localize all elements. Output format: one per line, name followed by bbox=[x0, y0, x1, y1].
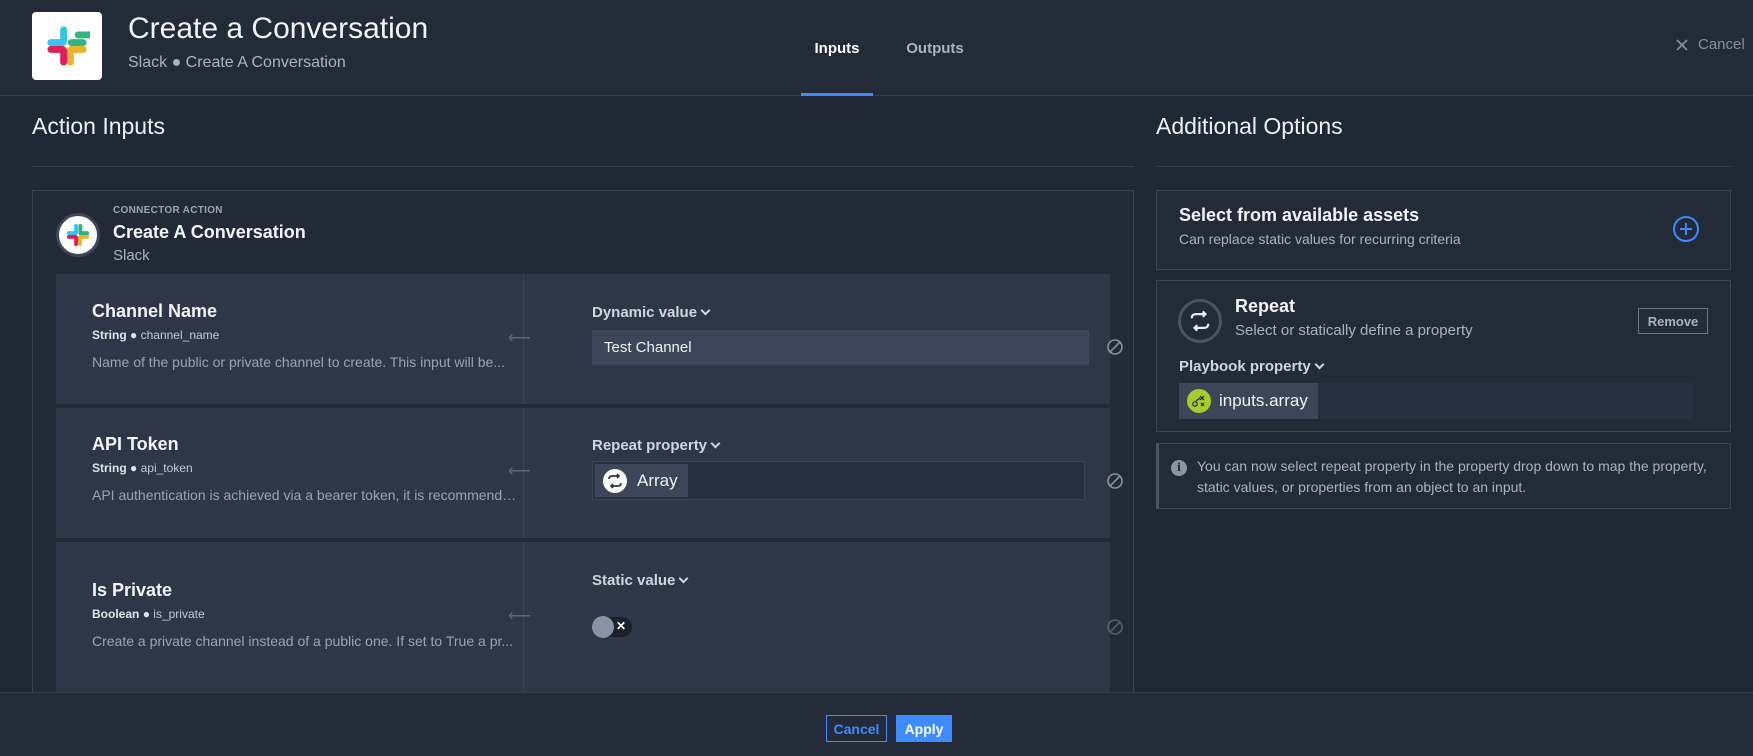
input-type: String ● api_token bbox=[92, 461, 193, 475]
input-title: API Token bbox=[92, 434, 179, 454]
input-type-name: String bbox=[92, 461, 127, 475]
close-icon bbox=[1676, 38, 1688, 51]
value-mode-dropdown[interactable]: Static value bbox=[592, 572, 689, 589]
map-arrow-icon: ⟵ bbox=[508, 608, 531, 625]
value-mode-dropdown[interactable]: Repeat property bbox=[592, 437, 721, 454]
clear-icon bbox=[1107, 619, 1123, 635]
toggle-off-icon: ✕ bbox=[615, 619, 626, 633]
dot-separator: ● bbox=[130, 461, 141, 475]
page-subtitle: Slack ● Create A Conversation bbox=[128, 54, 346, 71]
input-title: Is Private bbox=[92, 580, 173, 600]
connector-kicker: CONNECTOR ACTION bbox=[113, 205, 223, 216]
toggle-knob bbox=[592, 616, 614, 638]
repeat-value-chip[interactable]: Array bbox=[595, 464, 688, 497]
playbook-property-label: Playbook property bbox=[1179, 358, 1311, 375]
dot-separator: ● bbox=[142, 607, 154, 621]
footer: Cancel Apply bbox=[0, 692, 1753, 756]
chevron-down-icon bbox=[678, 573, 689, 584]
input-description: Create a private channel instead of a pu… bbox=[92, 633, 514, 649]
header: Create a Conversation Slack ● Create A C… bbox=[0, 0, 1753, 96]
repeat-subtitle: Select or statically define a property bbox=[1235, 322, 1473, 339]
input-type-name: String bbox=[92, 328, 127, 342]
channel-name-input[interactable]: Test Channel bbox=[592, 330, 1089, 365]
tab-inputs[interactable]: Inputs bbox=[801, 40, 873, 57]
playbook-property-value: inputs.array bbox=[1219, 391, 1308, 410]
apply-button[interactable]: Apply bbox=[896, 715, 952, 742]
clear-icon[interactable] bbox=[1106, 472, 1124, 490]
value-mode-label: Repeat property bbox=[592, 437, 708, 454]
input-key: is_private bbox=[153, 607, 205, 621]
input-row-api-token: API Token String ● api_token API authent… bbox=[56, 408, 1123, 538]
map-arrow-icon: ⟵ bbox=[508, 463, 531, 480]
header-cancel-label: Cancel bbox=[1698, 36, 1745, 53]
info-text: You can now select repeat property in th… bbox=[1197, 458, 1707, 495]
repeat-value-label: Array bbox=[637, 470, 678, 490]
cancel-button[interactable]: Cancel bbox=[826, 715, 887, 742]
playbook-property-input[interactable]: inputs.array bbox=[1179, 383, 1694, 419]
value-mode-dropdown[interactable]: Dynamic value bbox=[592, 304, 711, 321]
add-asset-icon[interactable] bbox=[1672, 215, 1700, 243]
dot-separator: ● bbox=[130, 328, 141, 342]
chevron-down-icon bbox=[700, 305, 711, 316]
page-title: Create a Conversation bbox=[128, 12, 429, 45]
available-assets-card: Select from available assets Can replace… bbox=[1156, 190, 1731, 270]
repeat-title: Repeat bbox=[1235, 296, 1296, 316]
repeat-icon bbox=[603, 468, 627, 493]
header-cancel-button[interactable]: Cancel bbox=[1676, 36, 1745, 53]
action-inputs-panel: CONNECTOR ACTION Create A Conversation S… bbox=[32, 190, 1134, 730]
input-key: channel_name bbox=[140, 328, 220, 342]
playbook-property-dropdown[interactable]: Playbook property bbox=[1179, 358, 1325, 375]
divider bbox=[32, 166, 1134, 167]
input-key: api_token bbox=[140, 461, 193, 475]
input-type-name: Boolean bbox=[92, 607, 140, 621]
value-mode-label: Dynamic value bbox=[592, 304, 698, 321]
remove-repeat-button[interactable]: Remove bbox=[1638, 308, 1708, 334]
playbook-input-icon bbox=[1187, 389, 1211, 413]
info-icon: i bbox=[1171, 460, 1187, 476]
input-row-channel-name: Channel Name String ● channel_name Name … bbox=[56, 274, 1123, 404]
repeat-icon bbox=[1178, 299, 1222, 343]
input-description: Name of the public or private channel to… bbox=[92, 354, 505, 370]
connector-vendor: Slack bbox=[113, 247, 150, 264]
input-title: Channel Name bbox=[92, 301, 218, 321]
assets-subtitle: Can replace static values for recurring … bbox=[1179, 231, 1461, 247]
clear-icon[interactable] bbox=[1106, 338, 1124, 356]
action-inputs-title: Action Inputs bbox=[32, 113, 165, 139]
divider bbox=[1156, 166, 1731, 167]
tab-outputs[interactable]: Outputs bbox=[898, 40, 972, 57]
slack-connector-icon bbox=[56, 213, 100, 257]
assets-title: Select from available assets bbox=[1179, 205, 1420, 225]
is-private-toggle[interactable]: ✕ bbox=[592, 616, 632, 638]
active-tab-indicator bbox=[801, 93, 873, 96]
chevron-down-icon bbox=[1314, 359, 1325, 370]
repeat-card: Repeat Select or statically define a pro… bbox=[1156, 280, 1731, 432]
connector-name: Create A Conversation bbox=[113, 222, 306, 242]
input-type: Boolean ● is_private bbox=[92, 607, 205, 621]
chevron-down-icon bbox=[710, 438, 721, 449]
input-description: API authentication is achieved via a bea… bbox=[92, 487, 522, 503]
additional-options-title: Additional Options bbox=[1156, 113, 1343, 139]
info-callout: i You can now select repeat property in … bbox=[1156, 443, 1731, 509]
value-mode-label: Static value bbox=[592, 572, 676, 589]
playbook-property-chip[interactable]: inputs.array bbox=[1179, 383, 1318, 419]
slack-logo-icon bbox=[32, 12, 102, 80]
map-arrow-icon: ⟵ bbox=[508, 330, 531, 347]
api-token-input[interactable]: Array bbox=[592, 461, 1085, 500]
input-type: String ● channel_name bbox=[92, 328, 219, 342]
